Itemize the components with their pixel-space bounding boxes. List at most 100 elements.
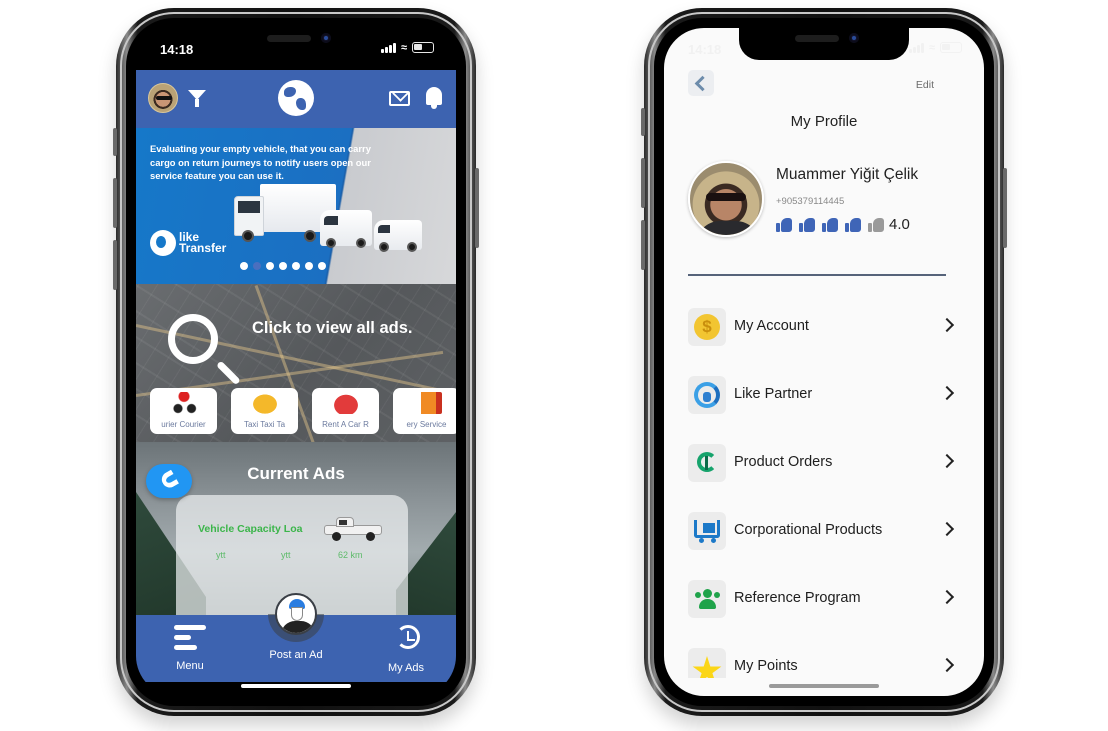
thumbs-up-icon xyxy=(822,217,839,232)
volume-down-button xyxy=(113,240,117,290)
signal-icon xyxy=(908,43,924,53)
chevron-right-icon xyxy=(939,317,955,333)
phone-frame-home: 14:18 ≈ Evaluating your empty vehicle, t… xyxy=(113,8,479,716)
chevron-right-icon xyxy=(939,521,955,537)
home-indicator[interactable] xyxy=(241,684,351,688)
small-van-image xyxy=(374,220,422,252)
menu-item-my-points[interactable]: My Points xyxy=(688,648,960,678)
battery-icon xyxy=(412,42,434,53)
star-icon xyxy=(692,656,722,678)
user-avatar[interactable] xyxy=(148,83,178,113)
banner-text: Evaluating your empty vehicle, that you … xyxy=(150,143,371,181)
cart-icon xyxy=(694,520,720,543)
divider xyxy=(688,274,946,276)
status-bar: 14:18 ≈ xyxy=(664,28,984,70)
category-label: Taxi Taxi Ta xyxy=(243,420,286,429)
edit-button[interactable]: Edit xyxy=(916,79,934,91)
top-app-bar xyxy=(136,70,456,128)
nav-menu-label: Menu xyxy=(176,660,204,672)
category-courier[interactable]: urier Courier xyxy=(150,388,217,434)
partner-icon xyxy=(694,382,720,408)
chevron-right-icon xyxy=(939,453,955,469)
category-taxi[interactable]: Taxi Taxi Ta xyxy=(231,388,298,434)
promo-banner[interactable]: Evaluating your empty vehicle, that you … xyxy=(136,128,456,284)
category-label: Rent A Car R xyxy=(322,420,369,429)
rating-value: 4.0 xyxy=(889,216,910,233)
nav-post-ad-label: Post an Ad xyxy=(269,649,323,661)
brand-line-2: Transfer xyxy=(179,241,227,255)
home-screen: 14:18 ≈ Evaluating your empty vehicle, t… xyxy=(136,28,456,696)
menu-item-my-account[interactable]: $ My Account xyxy=(688,308,960,376)
profile-name: Muammer Yiğit Çelik xyxy=(776,166,919,183)
menu-item-label: Corporational Products xyxy=(734,522,883,538)
profile-phone: +905379114445 xyxy=(776,196,845,207)
category-rent-a-car[interactable]: Rent A Car R xyxy=(312,388,379,434)
thumbs-up-icon xyxy=(845,217,862,232)
menu-item-corporational-products[interactable]: Corporational Products xyxy=(688,512,960,580)
history-icon xyxy=(396,625,420,649)
menu-item-label: Like Partner xyxy=(734,386,813,402)
filter-icon[interactable] xyxy=(188,90,206,107)
profile-avatar[interactable] xyxy=(688,161,764,237)
view-all-ads-section[interactable]: Click to view all ads. urier Courier Tax… xyxy=(136,284,456,474)
menu-item-label: Reference Program xyxy=(734,590,861,606)
post-ad-avatar-icon[interactable] xyxy=(275,593,317,635)
page-title: My Profile xyxy=(790,113,858,130)
carousel-dot[interactable] xyxy=(279,262,287,270)
thumbs-up-icon xyxy=(799,217,816,232)
nav-my-ads[interactable]: My Ads xyxy=(374,615,438,682)
volume-up-button xyxy=(641,158,645,208)
menu-icon xyxy=(174,625,206,651)
power-button xyxy=(475,168,479,248)
ad-title: Vehicle Capacity Loa xyxy=(198,523,303,535)
menu-item-like-partner[interactable]: Like Partner xyxy=(688,376,960,444)
product-orders-icon xyxy=(697,452,717,472)
carousel-dot[interactable] xyxy=(266,262,274,270)
delivery-service-icon xyxy=(411,392,442,414)
bottom-navigation: Menu Post an Ad My Ads xyxy=(136,593,456,682)
menu-item-label: My Account xyxy=(734,318,809,334)
status-time: 14:18 xyxy=(160,42,194,57)
carousel-dot[interactable] xyxy=(240,262,248,270)
view-all-ads-label[interactable]: Click to view all ads. xyxy=(252,319,412,338)
back-button[interactable] xyxy=(688,70,714,96)
ad-from: ytt xyxy=(216,550,226,560)
mail-icon[interactable] xyxy=(389,91,410,106)
bell-icon[interactable] xyxy=(426,87,442,109)
signal-icon xyxy=(380,43,396,53)
battery-icon xyxy=(940,42,962,53)
menu-item-product-orders[interactable]: Product Orders xyxy=(688,444,960,512)
carousel-dots xyxy=(240,262,326,270)
thumbs-up-icon xyxy=(776,217,793,232)
volume-down-button xyxy=(641,220,645,270)
taxi-icon xyxy=(249,392,280,414)
search-icon xyxy=(168,314,218,364)
phone-frame-profile: 14:18 ≈ Edit My Profile Muammer Yiğit Çe… xyxy=(641,8,1007,716)
ad-to: ytt xyxy=(281,550,291,560)
carousel-dot[interactable] xyxy=(318,262,326,270)
home-indicator[interactable] xyxy=(769,684,879,688)
nav-my-ads-label: My Ads xyxy=(387,662,425,674)
menu-item-label: My Points xyxy=(734,658,798,674)
people-icon xyxy=(695,589,720,609)
carousel-dot[interactable] xyxy=(292,262,300,270)
profile-screen: 14:18 ≈ Edit My Profile Muammer Yiğit Çe… xyxy=(664,28,984,696)
nav-menu[interactable]: Menu xyxy=(158,615,222,682)
nav-post-ad[interactable]: Post an Ad xyxy=(246,649,346,661)
pickup-truck-icon xyxy=(324,517,382,541)
carousel-dot[interactable] xyxy=(253,262,261,270)
coin-icon: $ xyxy=(694,314,720,340)
category-delivery-service[interactable]: ery Service xyxy=(393,388,456,434)
menu-item-reference-program[interactable]: Reference Program xyxy=(688,580,960,648)
profile-menu: $ My Account Like Partner Product Orders xyxy=(688,308,960,678)
van-image xyxy=(320,210,372,248)
thumbs-up-icon xyxy=(868,217,885,232)
rating: 4.0 xyxy=(776,216,910,233)
brand-logo: like Transfer xyxy=(150,230,226,256)
rent-a-car-icon xyxy=(330,392,361,414)
volume-up-button xyxy=(113,178,117,228)
chevron-right-icon xyxy=(939,589,955,605)
carousel-dot[interactable] xyxy=(305,262,313,270)
globe-logo-icon[interactable] xyxy=(278,80,314,116)
mute-switch xyxy=(113,128,117,156)
